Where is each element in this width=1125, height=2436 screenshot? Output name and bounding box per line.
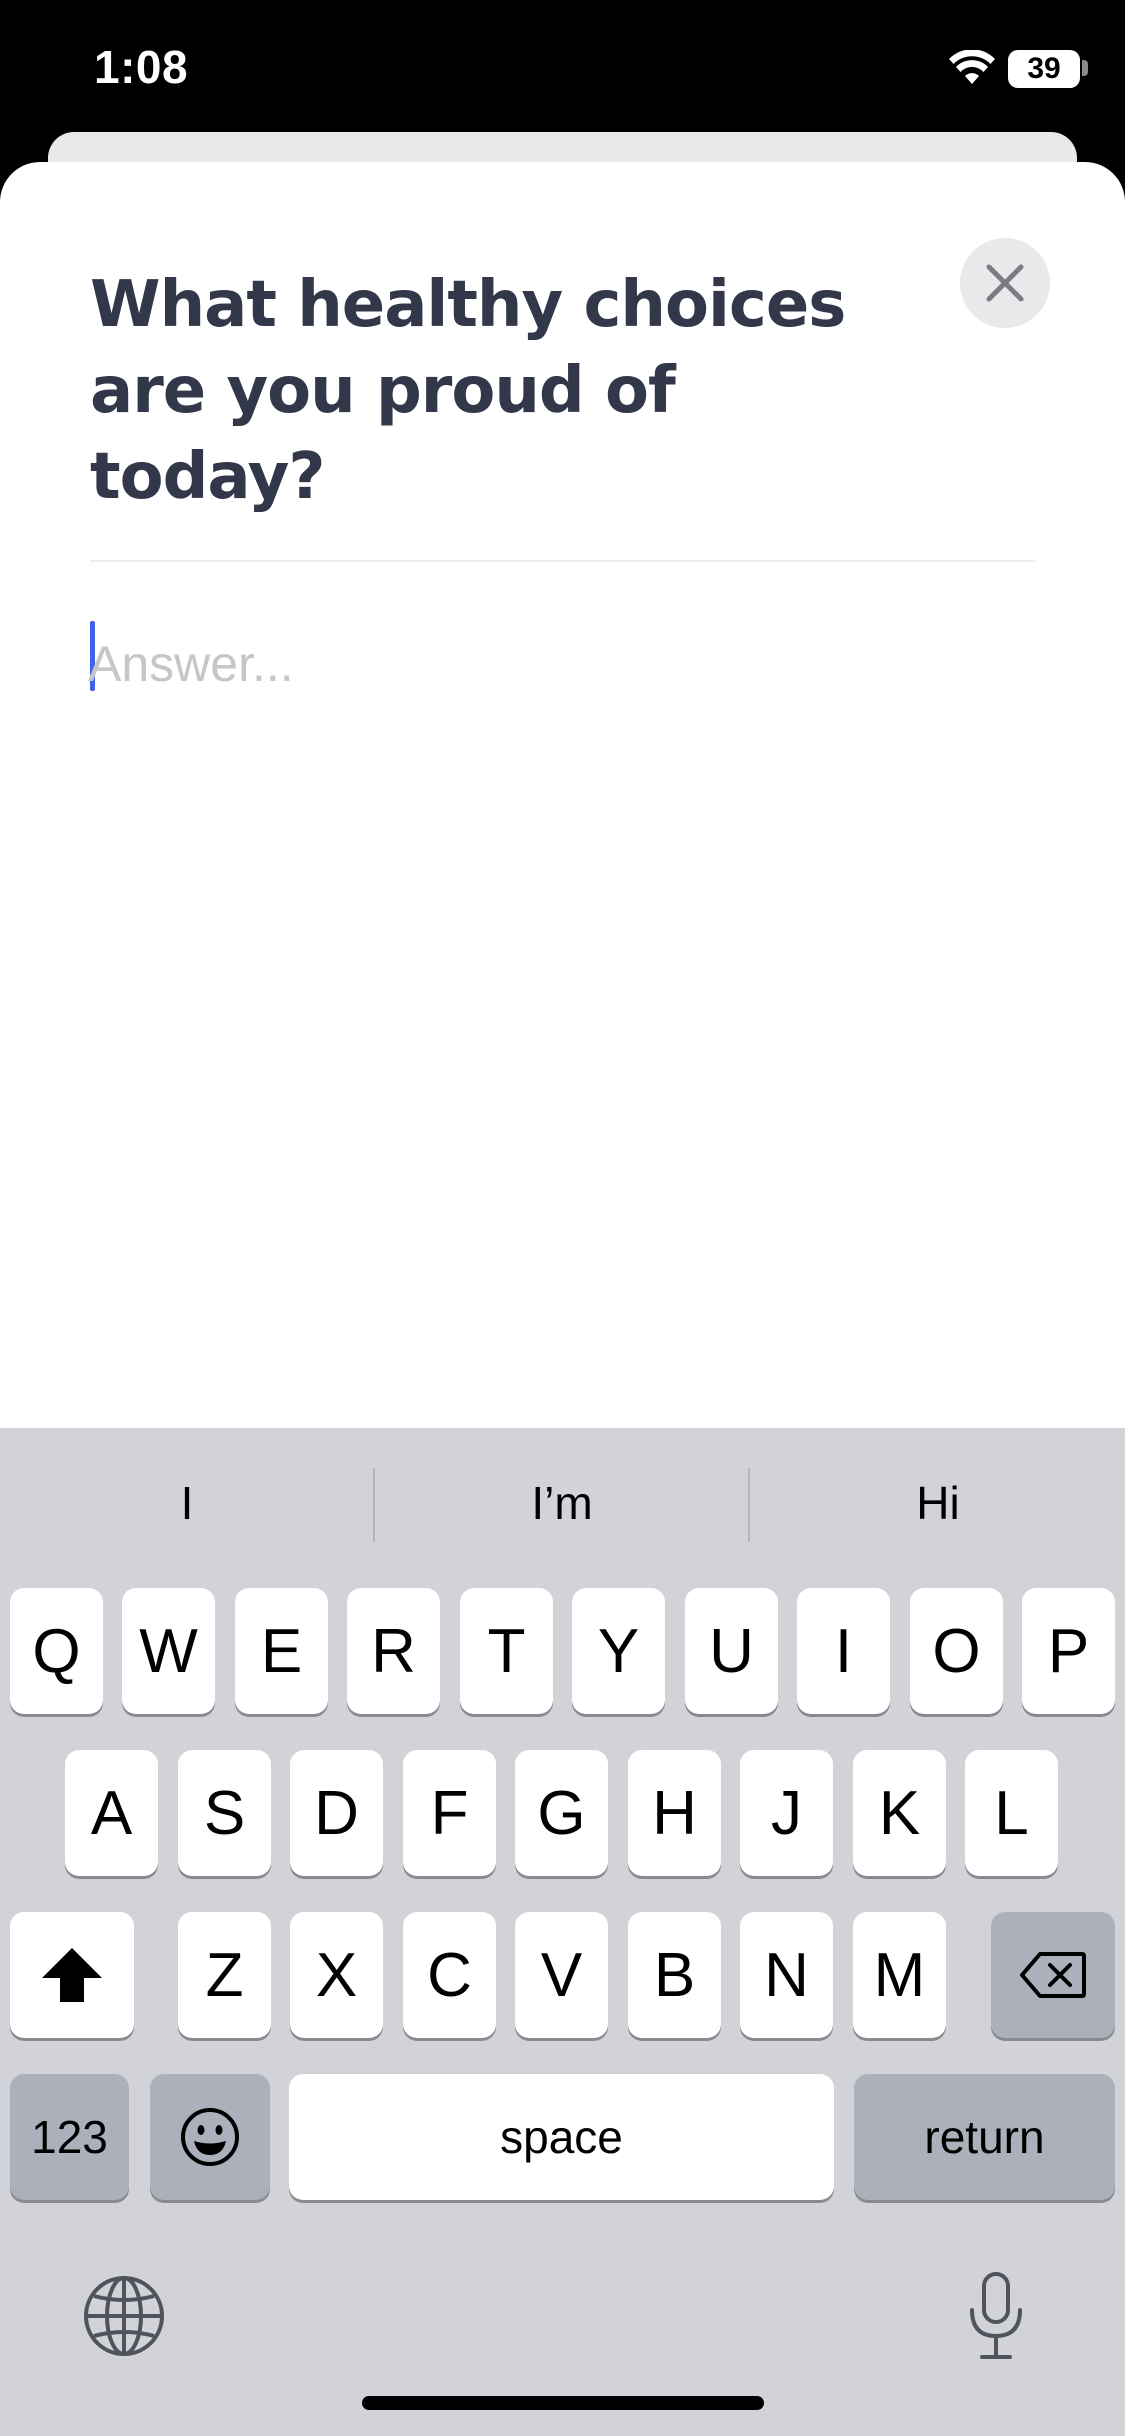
home-indicator	[362, 2396, 764, 2410]
backspace-key[interactable]	[991, 1912, 1115, 2038]
key-l[interactable]: L	[965, 1750, 1058, 1876]
key-c[interactable]: C	[403, 1912, 496, 2038]
key-e[interactable]: E	[235, 1588, 328, 1714]
suggestion-2[interactable]: I’m	[375, 1468, 749, 1538]
key-y[interactable]: Y	[572, 1588, 665, 1714]
microphone-icon	[970, 2272, 1022, 2359]
key-f[interactable]: F	[403, 1750, 496, 1876]
status-bar: 1:08 39	[0, 0, 1125, 135]
key-s[interactable]: S	[178, 1750, 271, 1876]
emoji-icon	[181, 2108, 239, 2166]
prompt-title: What healthy choices are you proud of to…	[90, 268, 846, 514]
answer-input[interactable]	[88, 614, 1038, 714]
key-a[interactable]: A	[65, 1750, 158, 1876]
key-x[interactable]: X	[290, 1912, 383, 2038]
dictation-button[interactable]	[966, 2270, 1026, 2362]
wifi-icon	[949, 50, 995, 84]
battery-cap	[1082, 60, 1088, 76]
key-g[interactable]: G	[515, 1750, 608, 1876]
key-p[interactable]: P	[1022, 1588, 1115, 1714]
key-b[interactable]: B	[628, 1912, 721, 2038]
divider	[90, 560, 1035, 562]
key-i[interactable]: I	[797, 1588, 890, 1714]
status-time: 1:08	[94, 41, 189, 93]
key-h[interactable]: H	[628, 1750, 721, 1876]
key-q[interactable]: Q	[10, 1588, 103, 1714]
key-z[interactable]: Z	[178, 1912, 271, 2038]
key-j[interactable]: J	[740, 1750, 833, 1876]
key-m[interactable]: M	[853, 1912, 946, 2038]
shift-icon	[42, 1948, 102, 2002]
space-key[interactable]: space	[289, 2074, 834, 2200]
key-n[interactable]: N	[740, 1912, 833, 2038]
suggestion-1[interactable]: I	[0, 1468, 374, 1538]
numbers-key[interactable]: 123	[10, 2074, 129, 2200]
battery-level: 39	[1027, 52, 1061, 85]
emoji-key[interactable]	[150, 2074, 270, 2200]
battery-icon: 39	[1008, 50, 1080, 88]
key-d[interactable]: D	[290, 1750, 383, 1876]
shift-key[interactable]	[10, 1912, 134, 2038]
close-icon	[986, 264, 1024, 302]
key-t[interactable]: T	[460, 1588, 553, 1714]
key-k[interactable]: K	[853, 1750, 946, 1876]
backspace-icon	[1020, 1952, 1086, 1998]
key-v[interactable]: V	[515, 1912, 608, 2038]
suggestion-3[interactable]: Hi	[751, 1468, 1125, 1538]
keyboard: I I’m Hi Q W E R T Y U I O P A S D F G H…	[0, 1428, 1125, 2436]
predictive-bar: I I’m Hi	[0, 1428, 1125, 1578]
key-o[interactable]: O	[910, 1588, 1003, 1714]
suggestion-separator	[748, 1468, 750, 1542]
key-r[interactable]: R	[347, 1588, 440, 1714]
globe-icon	[84, 2276, 164, 2356]
globe-button[interactable]	[82, 2274, 166, 2358]
return-key[interactable]: return	[854, 2074, 1115, 2200]
close-button[interactable]	[960, 238, 1050, 328]
key-w[interactable]: W	[122, 1588, 215, 1714]
key-u[interactable]: U	[685, 1588, 778, 1714]
